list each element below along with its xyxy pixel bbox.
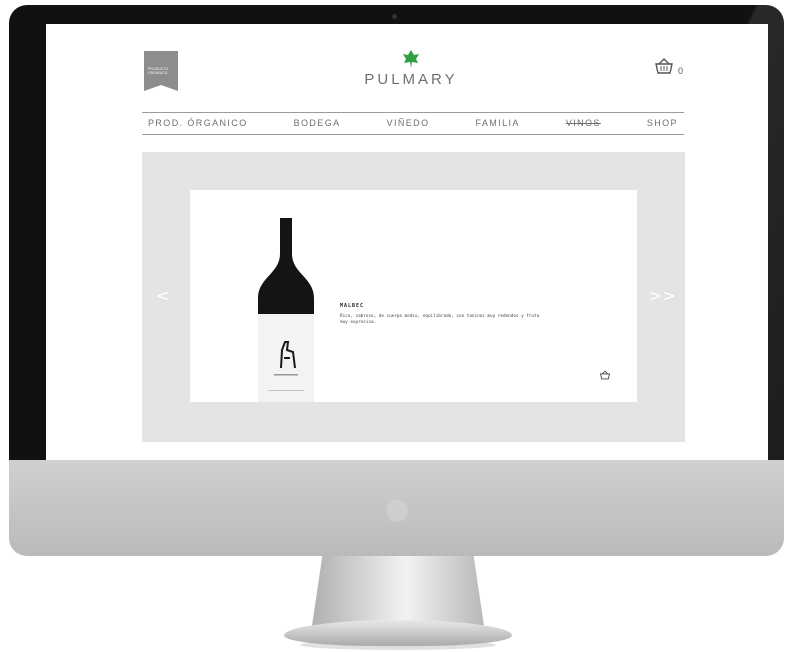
nav-item-familia[interactable]: FAMILIA (469, 118, 525, 128)
next-arrow[interactable]: >> (649, 286, 676, 305)
apple-logo-icon (386, 500, 408, 522)
add-to-cart-icon[interactable] (599, 370, 611, 380)
wine-name: MALBEC (340, 303, 365, 309)
organic-badge: PRODUCTO ORGÁNICO (144, 51, 178, 91)
product-slider: < >> MALBEC Rico, sabroso, de cuerpo med… (142, 152, 685, 442)
wine-description: Rico, sabroso, de cuerpo medio, equilibr… (340, 314, 540, 325)
product-card: MALBEC Rico, sabroso, de cuerpo medio, e… (190, 190, 637, 402)
leaf-logo-icon (403, 50, 419, 68)
badge-text: PRODUCTO ORGÁNICO (148, 67, 169, 75)
cart-icon[interactable] (654, 57, 674, 75)
wine-bottle-image (258, 218, 314, 402)
monitor-stand (312, 556, 484, 626)
cart-count: 0 (678, 66, 684, 76)
website-screen: PRODUCTO ORGÁNICO PULMARY 0 PROD. ÓRGANI… (46, 24, 768, 460)
main-nav: PROD. ÓRGANICO BODEGA VIÑEDO FAMILIA VIN… (142, 114, 684, 132)
prev-arrow[interactable]: < (156, 286, 169, 305)
nav-item-shop[interactable]: SHOP (641, 118, 684, 128)
camera-icon (392, 14, 397, 19)
nav-item-prod-organico[interactable]: PROD. ÓRGANICO (142, 118, 254, 128)
nav-item-vinos[interactable]: VINOS (560, 118, 607, 128)
nav-top-rule (142, 112, 684, 113)
nav-bottom-rule (142, 134, 684, 135)
imac-monitor: PRODUCTO ORGÁNICO PULMARY 0 PROD. ÓRGANI… (9, 5, 784, 556)
monitor-foot (284, 620, 512, 646)
brand-logo[interactable]: PULMARY (346, 71, 476, 88)
nav-item-vinedo[interactable]: VIÑEDO (381, 118, 436, 128)
nav-item-bodega[interactable]: BODEGA (288, 118, 347, 128)
monitor-chin (9, 460, 784, 556)
